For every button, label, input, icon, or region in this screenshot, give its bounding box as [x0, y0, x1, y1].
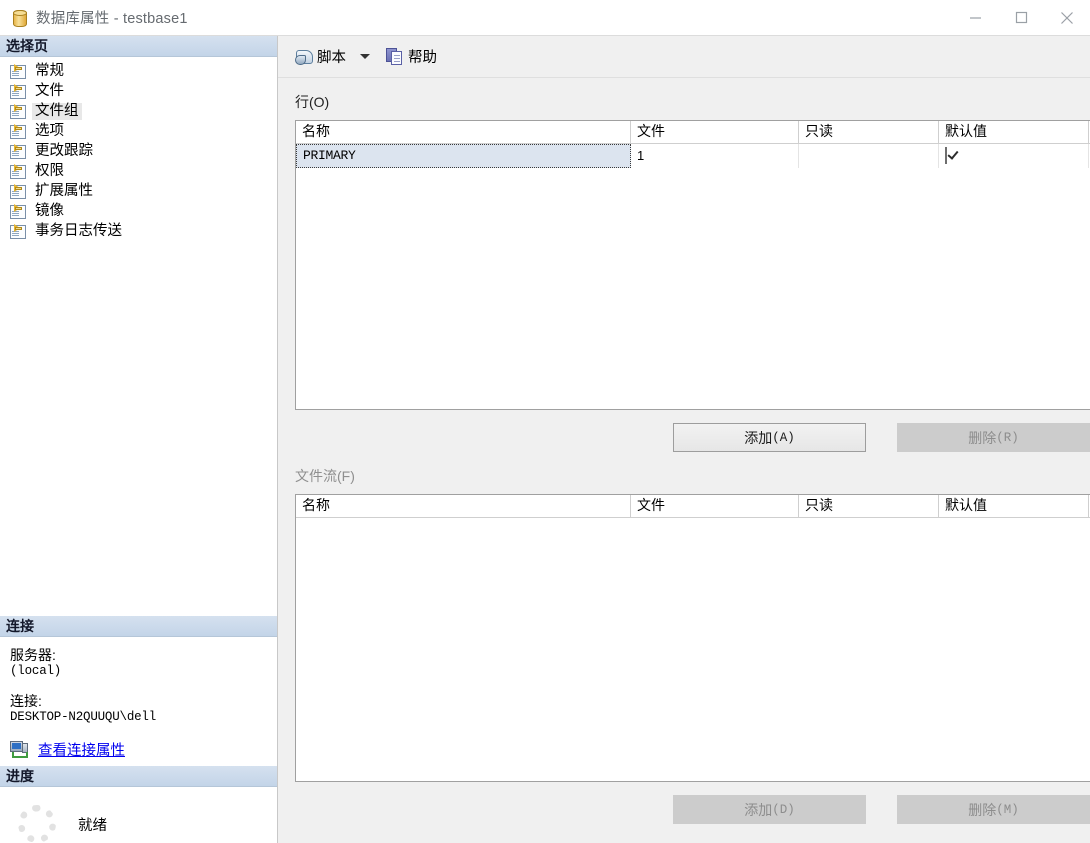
- page-icon: [10, 203, 26, 219]
- database-icon: [10, 9, 28, 27]
- page-icon: [10, 63, 26, 79]
- sidebar-item-filegroups[interactable]: 文件组: [8, 101, 277, 121]
- filestream-grid[interactable]: 名称 文件 只读 默认值: [295, 494, 1090, 782]
- filestream-grid-header: 名称 文件 只读 默认值: [296, 495, 1090, 518]
- sidebar-item-label: 事务日志传送: [35, 222, 122, 239]
- add-filestream-label: 添加: [744, 801, 773, 818]
- progress-spinner-icon: [18, 805, 56, 843]
- help-button[interactable]: 帮助: [382, 43, 441, 70]
- page-list: 常规 文件 文件组 选项 更改跟踪 权限 扩展属性 镜像 事务日志传送: [0, 57, 277, 241]
- sidebar-item-label: 扩展属性: [35, 182, 93, 199]
- server-label: 服务器:: [10, 647, 56, 663]
- add-filegroup-label: 添加: [744, 429, 773, 446]
- select-page-header: 选择页: [0, 36, 277, 57]
- sidebar-item-label: 常规: [35, 62, 64, 79]
- sidebar-item-label: 选项: [35, 122, 64, 139]
- maximize-icon[interactable]: [998, 0, 1044, 35]
- remove-filestream-mnemonic: (M): [996, 802, 1019, 817]
- chevron-down-icon[interactable]: [360, 54, 370, 59]
- title-bar: 数据库属性 - testbase1: [0, 0, 1090, 36]
- cell-default[interactable]: [939, 144, 1089, 168]
- script-icon: [295, 48, 313, 65]
- filegroups-pane: 行(O) 名称 文件 只读 默认值 PRIMARY 1 添加 (A) 删除 (R…: [278, 78, 1090, 843]
- sidebar-item-options[interactable]: 选项: [8, 121, 277, 141]
- sidebar-item-general[interactable]: 常规: [8, 61, 277, 81]
- sidebar-item-label: 文件: [35, 82, 64, 99]
- sidebar-item-extended-properties[interactable]: 扩展属性: [8, 181, 277, 201]
- column-header-files[interactable]: 文件: [631, 495, 799, 517]
- progress-header: 进度: [0, 766, 277, 787]
- column-header-default[interactable]: 默认值: [939, 495, 1089, 517]
- sidebar-item-label: 文件组: [32, 102, 82, 120]
- sidebar-item-label: 权限: [35, 162, 64, 179]
- view-connection-properties-row[interactable]: 查看连接属性: [10, 739, 277, 760]
- cell-files[interactable]: 1: [631, 144, 799, 168]
- filestream-button-row: 添加 (D) 删除 (M): [278, 795, 1090, 824]
- rows-grid-header: 名称 文件 只读 默认值: [296, 121, 1090, 144]
- add-filegroup-button[interactable]: 添加 (A): [673, 423, 866, 452]
- table-row[interactable]: PRIMARY 1: [296, 144, 1090, 168]
- remove-filegroup-mnemonic: (R): [996, 430, 1019, 445]
- page-icon: [10, 143, 26, 159]
- add-filestream-button[interactable]: 添加 (D): [673, 795, 866, 824]
- default-checkbox[interactable]: [945, 147, 947, 164]
- rows-grid[interactable]: 名称 文件 只读 默认值 PRIMARY 1: [295, 120, 1090, 410]
- column-header-readonly[interactable]: 只读: [799, 495, 939, 517]
- sidebar-item-change-tracking[interactable]: 更改跟踪: [8, 141, 277, 161]
- column-header-name[interactable]: 名称: [296, 121, 631, 143]
- script-label: 脚本: [317, 50, 346, 66]
- sidebar-item-permissions[interactable]: 权限: [8, 161, 277, 181]
- column-header-name[interactable]: 名称: [296, 495, 631, 517]
- sidebar-item-label: 镜像: [35, 202, 64, 219]
- sidebar-item-label: 更改跟踪: [35, 142, 93, 159]
- dialog-body: 选择页 常规 文件 文件组 选项 更改跟踪 权限 扩展属性 镜像 事务日志传送 …: [0, 36, 1090, 843]
- sidebar-item-files[interactable]: 文件: [8, 81, 277, 101]
- help-icon: [386, 48, 404, 65]
- rows-section-label: 行(O): [295, 94, 330, 110]
- page-icon: [10, 163, 26, 179]
- connection-label: 连接:: [10, 693, 42, 709]
- add-filestream-mnemonic: (D): [772, 802, 795, 817]
- connection-value: DESKTOP-N2QUUQU\dell: [10, 710, 157, 724]
- script-button[interactable]: 脚本: [291, 43, 350, 70]
- progress-status: 就绪: [78, 817, 107, 834]
- window-title: 数据库属性 - testbase1: [36, 11, 188, 27]
- sidebar-item-log-shipping[interactable]: 事务日志传送: [8, 221, 277, 241]
- minimize-icon[interactable]: [952, 0, 998, 35]
- sidebar: 选择页 常规 文件 文件组 选项 更改跟踪 权限 扩展属性 镜像 事务日志传送 …: [0, 36, 278, 843]
- content-pane: 脚本 帮助 行(O) 名称 文件 只读 默认值 PRIMARY 1 添加 (A)…: [278, 36, 1090, 843]
- remove-filegroup-label: 删除: [968, 429, 997, 446]
- cell-name[interactable]: PRIMARY: [296, 144, 631, 168]
- window-controls: [952, 0, 1090, 35]
- column-header-readonly[interactable]: 只读: [799, 121, 939, 143]
- close-icon[interactable]: [1044, 0, 1090, 35]
- page-icon: [10, 103, 26, 119]
- connection-header: 连接: [0, 616, 277, 637]
- server-value: (local): [10, 664, 62, 678]
- remove-filestream-button[interactable]: 删除 (M): [897, 795, 1090, 824]
- column-header-default[interactable]: 默认值: [939, 121, 1089, 143]
- toolbar: 脚本 帮助: [278, 36, 1090, 78]
- filestream-section-label: 文件流(F): [295, 468, 355, 484]
- remove-filegroup-button[interactable]: 删除 (R): [897, 423, 1090, 452]
- view-connection-properties-link[interactable]: 查看连接属性: [38, 739, 125, 760]
- remove-filestream-label: 删除: [968, 801, 997, 818]
- cell-readonly[interactable]: [799, 144, 939, 168]
- add-filegroup-mnemonic: (A): [772, 430, 795, 445]
- sidebar-item-mirroring[interactable]: 镜像: [8, 201, 277, 221]
- page-icon: [10, 83, 26, 99]
- page-icon: [10, 223, 26, 239]
- rows-button-row: 添加 (A) 删除 (R): [278, 423, 1090, 452]
- page-icon: [10, 183, 26, 199]
- page-icon: [10, 123, 26, 139]
- column-header-files[interactable]: 文件: [631, 121, 799, 143]
- server-connection-icon: [10, 740, 30, 759]
- progress-body: 就绪: [0, 787, 277, 843]
- help-label: 帮助: [408, 50, 437, 66]
- connection-body: 服务器: (local) 连接: DESKTOP-N2QUUQU\dell 查看…: [0, 637, 277, 766]
